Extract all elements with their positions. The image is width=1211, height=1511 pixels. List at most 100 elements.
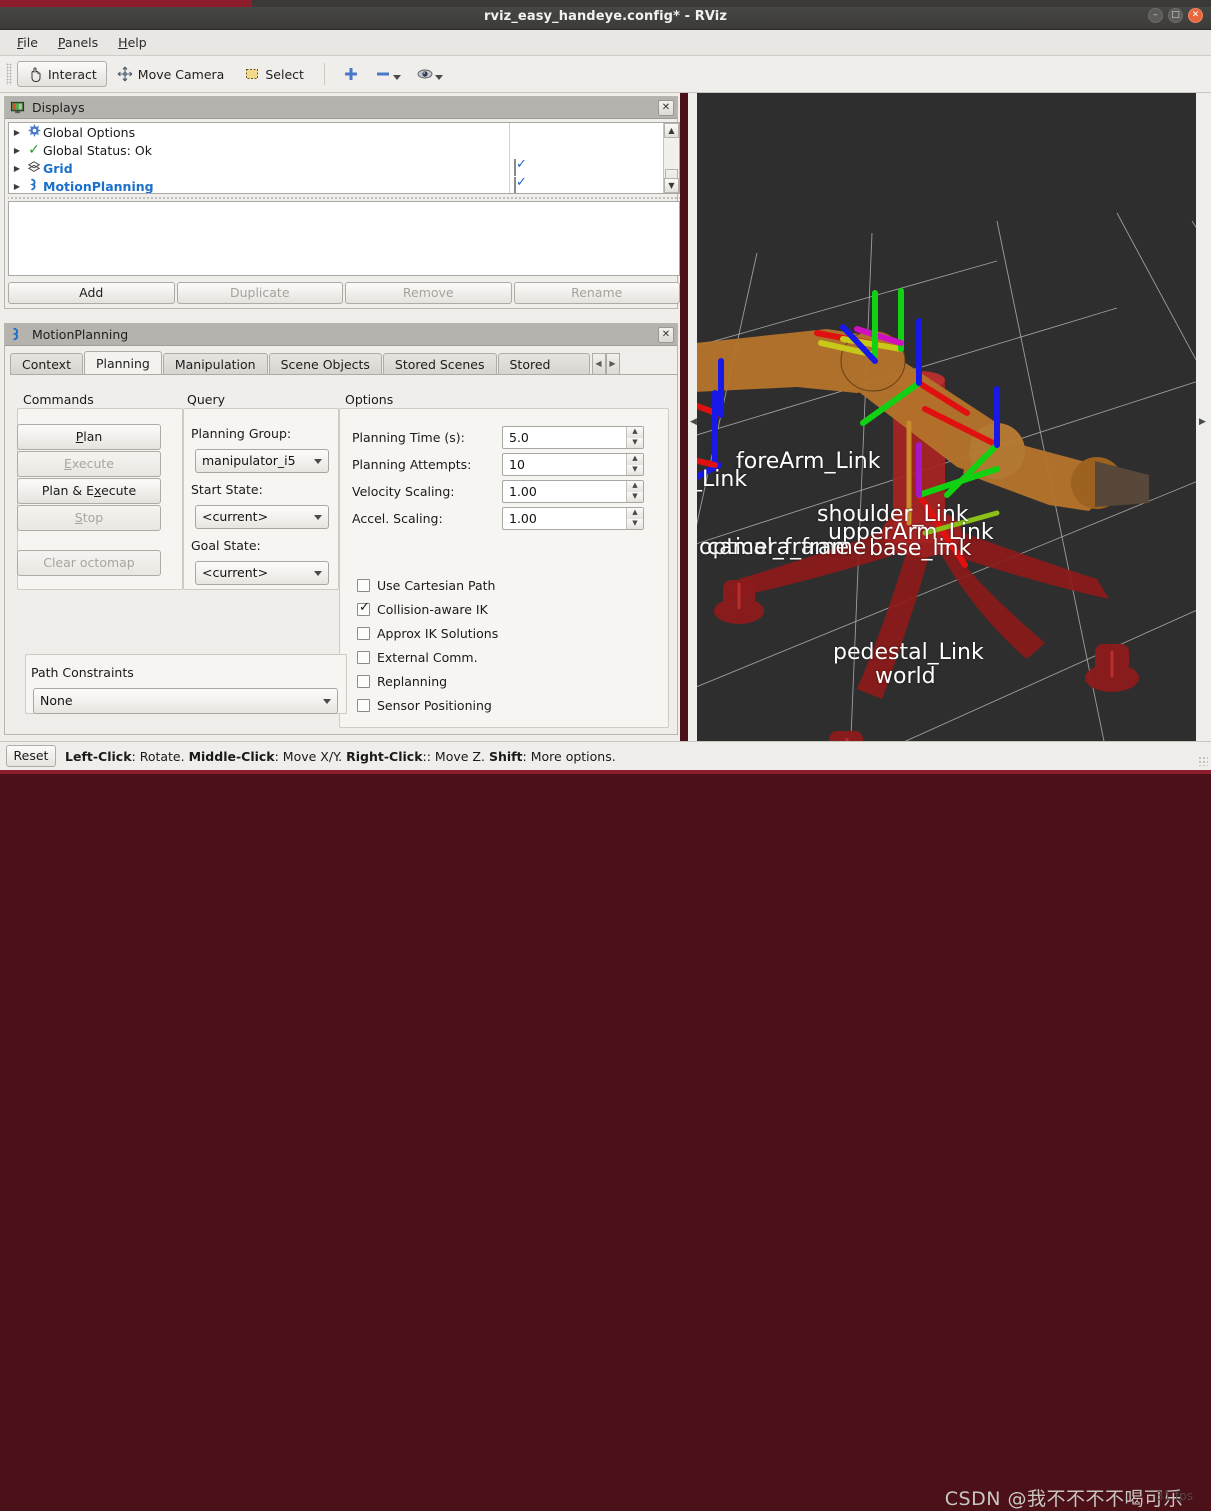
tab-planning[interactable]: Planning [83, 351, 162, 375]
execute-button[interactable]: Execute [17, 451, 161, 477]
remove-display-button[interactable]: Remove [345, 282, 512, 304]
expand-arrow-icon[interactable]: ▶ [9, 182, 25, 191]
select-tool-button[interactable]: Select [234, 61, 314, 87]
display-enable-checkbox[interactable] [514, 177, 516, 193]
start-state-combo[interactable]: <current> [195, 505, 329, 529]
window-bottom-edge [0, 770, 1211, 774]
start-state-label: Start State: [191, 482, 263, 497]
window-title: rviz_easy_handeye.config* - RViz [484, 9, 727, 24]
tab-scene-objects[interactable]: Scene Objects [268, 353, 382, 375]
spin-down-icon[interactable]: ▼ [627, 518, 643, 529]
toolbar-grip[interactable] [6, 63, 12, 85]
spin-down-icon[interactable]: ▼ [627, 437, 643, 448]
checkbox-box [357, 579, 370, 592]
replanning-label: Replanning [377, 674, 448, 689]
stop-button[interactable]: Stop [17, 505, 161, 531]
spin-arrows[interactable]: ▲ ▼ [626, 481, 643, 502]
menu-help[interactable]: Help [109, 32, 156, 53]
plan-button[interactable]: Plan [17, 424, 161, 450]
displays-dock-close-button[interactable]: ✕ [658, 99, 674, 116]
sensor-positioning-label: Sensor Positioning [377, 698, 492, 713]
viewport-right-splitter[interactable]: ▶ [1196, 93, 1211, 741]
velocity-scaling-spinbox[interactable]: 1.00 ▲ ▼ [502, 480, 644, 503]
add-tool-button[interactable] [335, 66, 367, 82]
splitter-right-arrow-icon[interactable]: ▶ [1199, 417, 1206, 427]
tab-stored-scenes[interactable]: Stored Scenes [382, 353, 497, 375]
window-controls: – □ ✕ [1148, 8, 1203, 23]
menu-panels[interactable]: Panels [49, 32, 107, 53]
display-row-motionplanning[interactable]: ▶ MotionPlanning [9, 177, 649, 193]
expand-arrow-icon[interactable]: ▶ [9, 164, 25, 173]
spin-up-icon[interactable]: ▲ [627, 454, 643, 465]
check-icon: ✓ [28, 142, 40, 158]
spin-up-icon[interactable]: ▲ [627, 427, 643, 438]
tab-scroll-controls: ◀ ▶ [591, 353, 620, 375]
rename-display-button[interactable]: Rename [513, 282, 680, 304]
add-display-button[interactable]: Add [8, 282, 175, 304]
view-tool-chevron-down-icon[interactable] [434, 75, 443, 80]
velocity-scaling-label: Velocity Scaling: [352, 484, 455, 499]
planning-attempts-spinbox[interactable]: 10 ▲ ▼ [502, 453, 644, 476]
goal-state-combo[interactable]: <current> [195, 561, 329, 585]
planning-group-combo[interactable]: manipulator_i5 [195, 449, 329, 473]
approx-ik-solutions-checkbox[interactable]: Approx IK Solutions [357, 626, 498, 641]
resize-grip[interactable] [1198, 756, 1208, 766]
external-comm-checkbox[interactable]: External Comm. [357, 650, 478, 665]
spin-arrows[interactable]: ▲ ▼ [626, 454, 643, 475]
expand-arrow-icon[interactable]: ▶ [9, 146, 25, 155]
use-cartesian-path-checkbox[interactable]: Use Cartesian Path [357, 578, 495, 593]
displays-tree-scrollbar[interactable]: ▲ ▼ [663, 123, 679, 193]
planning-time-spinbox[interactable]: 5.0 ▲ ▼ [502, 426, 644, 449]
spin-down-icon[interactable]: ▼ [627, 464, 643, 475]
minimize-button[interactable]: – [1148, 8, 1163, 23]
hint-middle-click-desc: : Move X/Y. [274, 748, 347, 764]
move-camera-tool-button[interactable]: Move Camera [107, 61, 235, 87]
3d-viewport[interactable]: foreArm_Link _Link shoulder_Link upperAr… [697, 93, 1196, 741]
goal-state-value: <current> [202, 565, 269, 580]
accel-scaling-spinbox[interactable]: 1.00 ▲ ▼ [502, 507, 644, 530]
scroll-down-icon[interactable]: ▼ [664, 178, 679, 193]
spin-arrows[interactable]: ▲ ▼ [626, 508, 643, 529]
display-row-global-status[interactable]: ▶ ✓ Global Status: Ok [9, 141, 649, 159]
spin-up-icon[interactable]: ▲ [627, 481, 643, 492]
display-row-grid[interactable]: ▶ Grid [9, 159, 649, 177]
tab-scroll-left-icon[interactable]: ◀ [591, 353, 606, 375]
tab-scroll-right-icon[interactable]: ▶ [605, 353, 620, 375]
viewport-left-splitter[interactable]: ◀ [688, 93, 697, 741]
remove-tool-button[interactable] [367, 66, 409, 82]
tab-stored-states[interactable]: Stored States [497, 353, 590, 375]
display-row-global-options[interactable]: ▶ Global Options [9, 123, 649, 141]
displays-tree[interactable]: ▶ Global Options ▶ ✓ Global Status: Ok ▶ [8, 122, 680, 194]
replanning-checkbox[interactable]: Replanning [357, 674, 447, 689]
display-enable-checkbox[interactable] [514, 159, 516, 176]
display-properties-pane[interactable] [8, 201, 680, 276]
duplicate-display-button[interactable]: Duplicate [176, 282, 343, 304]
menu-file[interactable]: File [8, 32, 47, 53]
scroll-up-icon[interactable]: ▲ [664, 123, 679, 138]
tab-manipulation[interactable]: Manipulation [162, 353, 268, 375]
path-constraints-label: Path Constraints [31, 665, 134, 680]
motion-planning-dock-close-button[interactable]: ✕ [658, 326, 674, 343]
spin-down-icon[interactable]: ▼ [627, 491, 643, 502]
maximize-button[interactable]: □ [1168, 8, 1183, 23]
path-constraints-combo[interactable]: None [33, 688, 338, 714]
view-tool-button[interactable] [409, 66, 451, 82]
planning-attempts-label: Planning Attempts: [352, 457, 472, 472]
expand-arrow-icon[interactable]: ▶ [9, 128, 25, 137]
sensor-positioning-checkbox[interactable]: Sensor Positioning [357, 698, 492, 713]
remove-tool-chevron-down-icon[interactable] [392, 75, 401, 80]
close-button[interactable]: ✕ [1188, 8, 1203, 23]
splitter-left-arrow-icon[interactable]: ◀ [690, 417, 697, 427]
plan-and-execute-button[interactable]: Plan & Execute [17, 478, 161, 504]
hint-shift: Shift [488, 748, 523, 764]
checkbox-box [357, 627, 370, 640]
interact-tool-button[interactable]: Interact [17, 61, 107, 87]
tab-context[interactable]: Context [10, 353, 83, 375]
reset-button[interactable]: Reset [6, 745, 56, 767]
collision-aware-ik-checkbox[interactable]: Collision-aware IK [357, 600, 488, 617]
clear-octomap-button[interactable]: Clear octomap [17, 550, 161, 576]
gear-icon [25, 124, 43, 140]
spin-arrows[interactable]: ▲ ▼ [626, 427, 643, 448]
spin-up-icon[interactable]: ▲ [627, 508, 643, 519]
grid-icon [25, 160, 43, 177]
